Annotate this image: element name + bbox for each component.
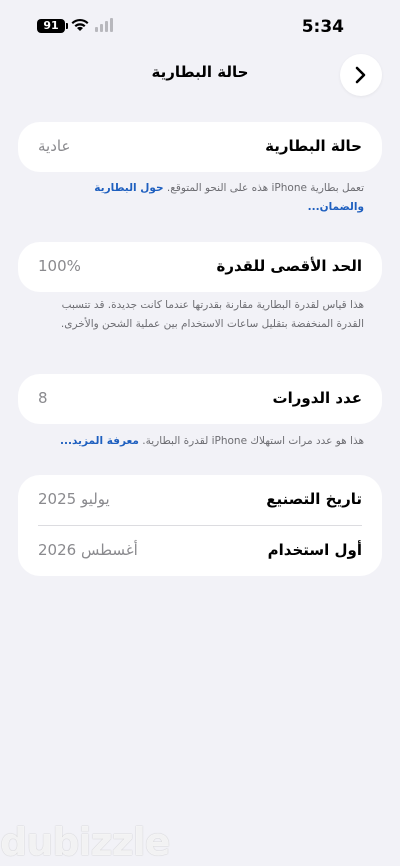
battery-icon: 91 <box>37 19 65 33</box>
cycle-count-card: عدد الدورات 8 <box>18 374 382 424</box>
battery-health-value: عادية <box>38 137 71 155</box>
battery-cap <box>66 23 68 29</box>
max-capacity-card: الحد الأقصى للقدرة 100% <box>18 242 382 292</box>
battery-level: 91 <box>43 19 59 32</box>
battery-health-note: تعمل بطارية iPhone هذه على النحو المتوقع… <box>36 179 364 217</box>
cycle-count-label: عدد الدورات <box>272 389 362 407</box>
dates-card: تاريخ التصنيع يوليو 2025 أول استخدام أغس… <box>18 475 382 576</box>
max-capacity-label: الحد الأقصى للقدرة <box>216 257 363 275</box>
status-bar: 91 5:34 <box>0 0 400 52</box>
first-use-row: أول استخدام أغسطس 2026 <box>18 526 382 576</box>
cellular-signal-icon <box>95 18 113 32</box>
manufacture-date-value: يوليو 2025 <box>38 490 110 508</box>
watermark-logo: dubizzle <box>0 820 171 864</box>
battery-health-card[interactable]: حالة البطارية عادية <box>18 122 382 172</box>
clock: 5:34 <box>301 17 344 37</box>
battery-health-row[interactable]: حالة البطارية عادية <box>18 122 382 172</box>
first-use-label: أول استخدام <box>267 541 362 559</box>
learn-more-link[interactable]: معرفة المزيد... <box>60 435 139 447</box>
max-capacity-note: هذا قياس لقدرة البطارية مقارنة بقدرتها ع… <box>60 299 364 330</box>
first-use-value: أغسطس 2026 <box>38 541 138 559</box>
cycle-count-row: عدد الدورات 8 <box>18 374 382 424</box>
wifi-icon <box>71 18 89 31</box>
back-button[interactable] <box>340 54 382 96</box>
cycle-count-value: 8 <box>38 389 48 407</box>
battery-health-note-text: تعمل بطارية iPhone هذه على النحو المتوقع… <box>166 182 364 194</box>
battery-health-label: حالة البطارية <box>265 137 362 155</box>
cycle-count-note-text: هذا هو عدد مرات استهلاك iPhone لقدرة الب… <box>142 435 364 447</box>
max-capacity-value: 100% <box>38 257 81 275</box>
manufacture-date-row: تاريخ التصنيع يوليو 2025 <box>18 475 382 526</box>
manufacture-date-label: تاريخ التصنيع <box>266 490 362 508</box>
chevron-right-icon <box>355 66 366 84</box>
cycle-count-note: هذا هو عدد مرات استهلاك iPhone لقدرة الب… <box>36 432 364 451</box>
max-capacity-row: الحد الأقصى للقدرة 100% <box>18 242 382 292</box>
